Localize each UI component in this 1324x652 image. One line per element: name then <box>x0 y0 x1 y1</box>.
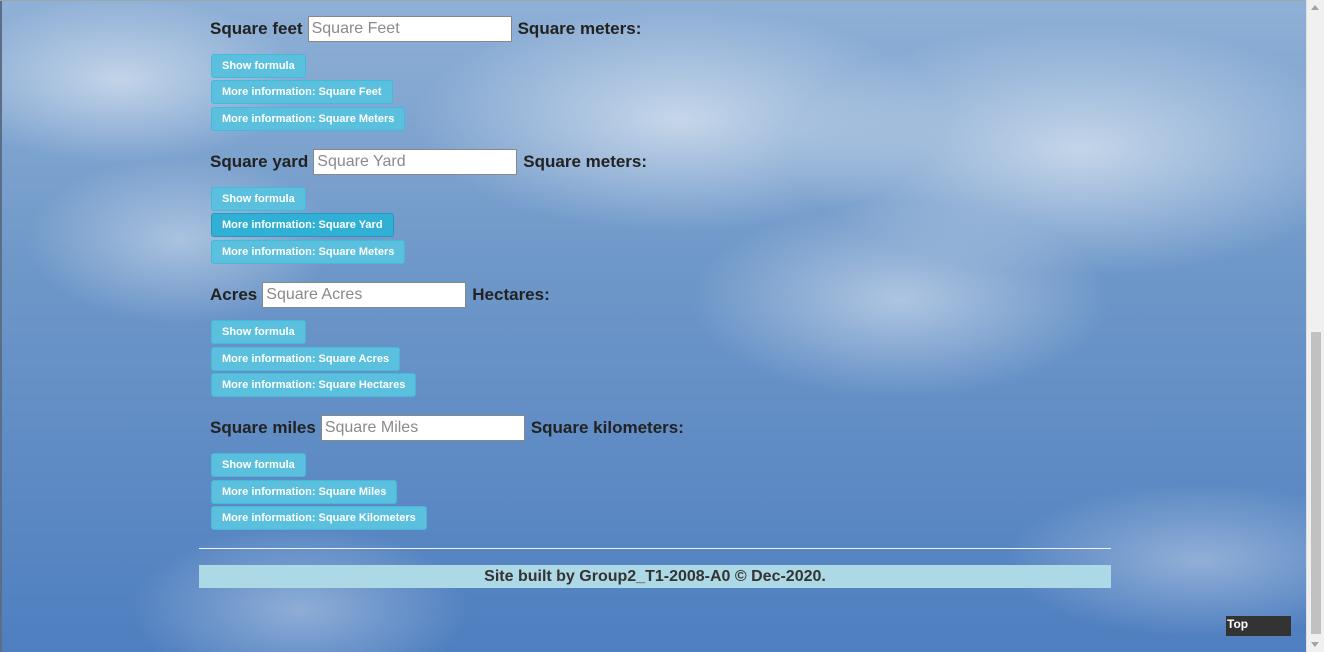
converter-square-miles: Square miles Square kilometers: <box>210 414 684 442</box>
scroll-down-arrow-icon[interactable] <box>1311 642 1319 647</box>
show-formula-button[interactable]: Show formula <box>211 320 306 344</box>
scrollbar-thumb[interactable] <box>1311 332 1321 634</box>
square-meters-output-label: Square meters: <box>517 19 642 38</box>
show-formula-button[interactable]: Show formula <box>211 187 306 211</box>
more-info-square-yard-button[interactable]: More information: Square Yard <box>211 213 394 237</box>
show-formula-button[interactable]: Show formula <box>211 453 306 477</box>
square-kilometers-output-label: Square kilometers: <box>530 418 684 437</box>
window-top-edge <box>0 0 1308 1</box>
square-feet-input[interactable] <box>307 16 512 42</box>
converter-square-yard: Square yard Square meters: <box>210 148 647 176</box>
footer-divider <box>199 548 1111 549</box>
site-footer: Site built by Group2_T1-2008-A0 © Dec-20… <box>199 565 1111 588</box>
more-info-square-miles-button[interactable]: More information: Square Miles <box>211 480 398 504</box>
more-info-square-kilometers-button[interactable]: More information: Square Kilometers <box>211 506 427 530</box>
square-meters-output-label: Square meters: <box>523 152 648 171</box>
square-miles-label: Square miles <box>210 418 316 437</box>
scroll-up-arrow-icon[interactable] <box>1311 5 1319 10</box>
square-yard-input[interactable] <box>313 149 518 175</box>
acres-input[interactable] <box>262 282 467 308</box>
square-miles-input[interactable] <box>320 415 525 441</box>
more-info-square-meters-button[interactable]: More information: Square Meters <box>211 240 406 264</box>
back-to-top-button[interactable]: Top <box>1226 616 1291 636</box>
window-edge <box>0 0 2 652</box>
hectares-output-label: Hectares: <box>472 285 550 304</box>
acres-label: Acres <box>210 285 258 304</box>
show-formula-button[interactable]: Show formula <box>211 54 306 78</box>
converter-square-feet: Square feet Square meters: <box>210 15 641 43</box>
more-info-square-acres-button[interactable]: More information: Square Acres <box>211 347 401 371</box>
square-yard-label: Square yard <box>210 152 309 171</box>
square-feet-label: Square feet <box>210 19 303 38</box>
converter-acres: Acres Hectares: <box>210 281 550 309</box>
vertical-scrollbar[interactable] <box>1306 0 1324 652</box>
more-info-square-hectares-button[interactable]: More information: Square Hectares <box>211 373 417 397</box>
footer-text: Site built by Group2_T1-2008-A0 © Dec-20… <box>484 567 826 585</box>
more-info-square-meters-button[interactable]: More information: Square Meters <box>211 107 406 131</box>
more-info-square-feet-button[interactable]: More information: Square Feet <box>211 80 393 104</box>
